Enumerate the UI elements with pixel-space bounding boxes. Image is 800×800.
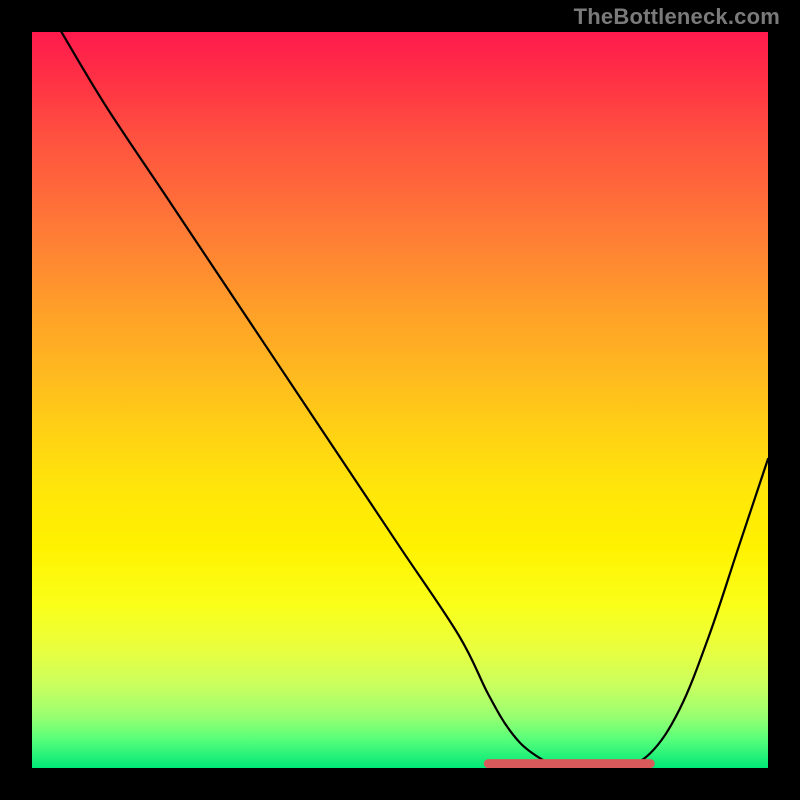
watermark-text: TheBottleneck.com [574, 4, 780, 30]
chart-frame: TheBottleneck.com [0, 0, 800, 800]
plot-area [32, 32, 768, 768]
